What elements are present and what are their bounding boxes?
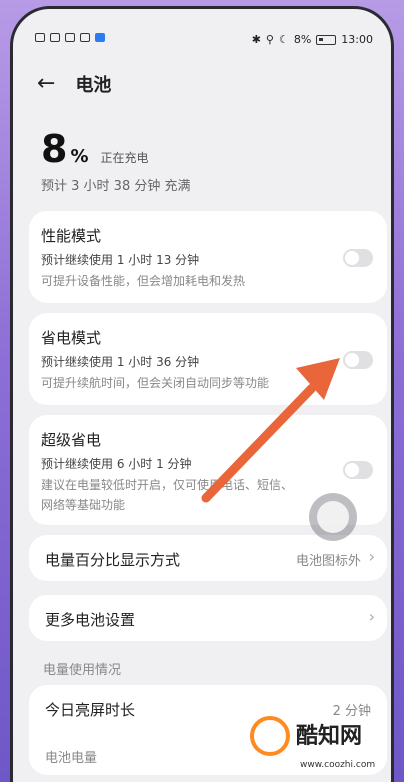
power-saving-usage: 预计继续使用 1 小时 36 分钟 — [41, 355, 200, 369]
watermark-logo — [250, 716, 290, 756]
status-bar: ✱ ⚲ ☾ 8% 13:00 — [13, 9, 391, 49]
percentage-display-row[interactable]: 电量百分比显示方式 电池图标外 › — [29, 535, 387, 581]
chevron-right-icon: › — [368, 547, 375, 566]
bluetooth-icon: ✱ — [251, 33, 261, 46]
more-battery-settings-label: 更多电池设置 — [45, 611, 136, 629]
nfc-icon — [65, 33, 75, 42]
charging-status: 正在充电 — [100, 151, 149, 165]
battery-percent: 8% — [293, 33, 312, 46]
battery-level-unit: % — [70, 146, 89, 167]
performance-mode-toggle[interactable] — [343, 249, 373, 267]
page-title: 电池 — [75, 75, 112, 96]
floating-assistive-button[interactable] — [309, 493, 357, 541]
battery-icon — [316, 34, 337, 45]
percentage-display-value: 电池图标外 — [295, 554, 361, 569]
video-icon — [80, 33, 90, 42]
phone-screen: ✱ ⚲ ☾ 8% 13:00 ← 电池 8 % 正在充电 预计 3 小时 38 … — [10, 6, 394, 782]
battery-level: 8 % 正在充电 — [41, 127, 149, 171]
app-notification-icon — [95, 33, 105, 42]
ultra-saving-title: 超级省电 — [41, 431, 102, 449]
status-icons-left — [35, 33, 105, 42]
performance-mode-title: 性能模式 — [41, 227, 102, 245]
header: ← 电池 — [37, 71, 111, 97]
battery-level-section-label: 电池电量 — [45, 751, 98, 766]
wifi-icon — [50, 33, 60, 42]
usage-section-label: 电量使用情况 — [43, 663, 122, 678]
more-battery-settings-row[interactable]: 更多电池设置 › — [29, 595, 387, 641]
screen-time-value: 2 分钟 — [332, 704, 371, 719]
status-icons-right: ✱ ⚲ ☾ 8% 13:00 — [252, 33, 373, 46]
watermark-name: 酷知网 — [296, 724, 363, 749]
percentage-display-label: 电量百分比显示方式 — [45, 551, 181, 569]
power-saving-card: 省电模式 预计继续使用 1 小时 36 分钟 可提升续航时间，但会关闭自动同步等… — [29, 313, 387, 405]
chevron-right-icon: › — [368, 607, 375, 626]
power-saving-title: 省电模式 — [41, 329, 102, 347]
screen-time-label: 今日亮屏时长 — [45, 701, 136, 719]
performance-mode-card: 性能模式 预计继续使用 1 小时 13 分钟 可提升设备性能，但会增加耗电和发热 — [29, 211, 387, 303]
back-arrow-icon[interactable]: ← — [37, 73, 55, 95]
watermark-url: www.coozhi.com — [300, 760, 376, 770]
performance-mode-desc: 可提升设备性能，但会增加耗电和发热 — [41, 274, 246, 288]
charge-estimate: 预计 3 小时 38 分钟 充满 — [41, 179, 191, 194]
battery-level-value: 8 — [41, 127, 68, 171]
ultra-saving-desc-line1: 建议在电量较低时开启，仅可使用电话、短信、 — [41, 478, 294, 492]
ultra-saving-usage: 预计继续使用 6 小时 1 分钟 — [41, 457, 192, 471]
power-saving-desc: 可提升续航时间，但会关闭自动同步等功能 — [41, 376, 270, 390]
ultra-saving-desc-line2: 网络等基础功能 — [41, 498, 126, 512]
clock: 13:00 — [341, 33, 373, 46]
location-icon: ⚲ — [265, 33, 274, 46]
sim-icon — [35, 33, 45, 42]
ultra-saving-toggle[interactable] — [343, 461, 373, 479]
power-saving-toggle[interactable] — [343, 351, 373, 369]
moon-icon: ☾ — [278, 33, 289, 46]
performance-mode-usage: 预计继续使用 1 小时 13 分钟 — [41, 253, 200, 267]
